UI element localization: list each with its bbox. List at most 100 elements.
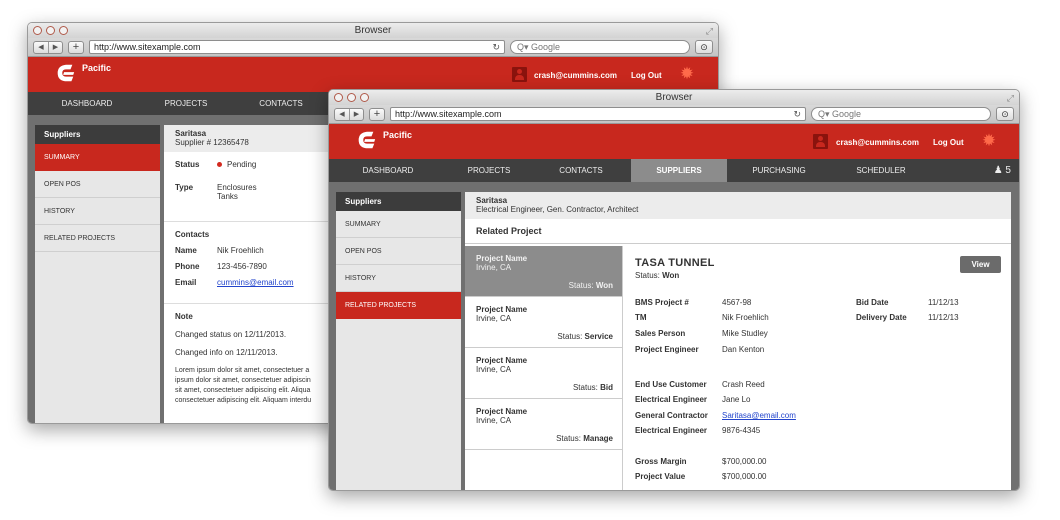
field-label: Sales Person: [635, 329, 686, 338]
user-email[interactable]: crash@cummins.com: [836, 138, 919, 147]
nav-tab-dashboard[interactable]: DASHBOARD: [329, 159, 447, 182]
users-count[interactable]: ♟ 5: [994, 159, 1019, 182]
related-project-heading: Related Project: [465, 219, 1011, 244]
field-value: $700,000.00: [722, 457, 767, 466]
detail-row: Project Engineer Dan Kenton: [635, 345, 855, 357]
supplier-number: Supplier # 12365478: [175, 138, 249, 147]
contact-email-label: Email: [175, 278, 197, 287]
project-status: Status: Manage: [556, 434, 613, 443]
window-controls: [33, 26, 68, 35]
minimize-icon[interactable]: [347, 93, 356, 102]
status-label: Status: [175, 160, 200, 169]
field-label: Electrical Engineer: [635, 395, 708, 404]
zoom-icon[interactable]: [59, 26, 68, 35]
project-status: Status: Bid: [572, 383, 613, 392]
forward-icon[interactable]: ▶: [48, 41, 62, 53]
fullscreen-icon[interactable]: ⤢: [706, 24, 713, 39]
sidebar-item-open-pos[interactable]: OPEN POS: [336, 238, 461, 265]
sidebar-item-related-projects[interactable]: RELATED PROJECTS: [35, 225, 160, 252]
date-value: 11/12/13: [928, 313, 959, 322]
url-text: http://www.sitexample.com: [94, 42, 201, 52]
add-bookmark-button[interactable]: +: [369, 107, 385, 121]
reload-icon[interactable]: ↻: [492, 41, 500, 53]
contractor-email-link[interactable]: Saritasa@email.com: [722, 411, 796, 420]
contact-phone-label: Phone: [175, 262, 200, 271]
logout-link[interactable]: Log Out: [631, 71, 662, 80]
field-label: Project Value: [635, 472, 686, 481]
close-icon[interactable]: [33, 26, 42, 35]
date-label: Delivery Date: [856, 313, 907, 322]
user-avatar-icon[interactable]: [512, 67, 527, 82]
project-name: Project Name: [476, 305, 528, 314]
logout-link[interactable]: Log Out: [933, 138, 964, 147]
nav-tab-dashboard[interactable]: DASHBOARD: [28, 92, 146, 115]
search-input[interactable]: Q▾ Google: [510, 40, 690, 54]
sidebar-item-related-projects[interactable]: RELATED PROJECTS: [336, 292, 461, 319]
url-text: http://www.sitexample.com: [395, 109, 502, 119]
back-icon[interactable]: ◀: [335, 109, 349, 120]
url-bar[interactable]: http://www.sitexample.com ↻: [390, 107, 806, 121]
nav-tab-projects[interactable]: PROJECTS: [447, 159, 531, 182]
title-bar: Browser ⤢: [329, 90, 1019, 105]
sidebar-item-history[interactable]: HISTORY: [336, 265, 461, 292]
field-value: Dan Kenton: [722, 345, 765, 354]
downloads-button[interactable]: ⊙: [996, 107, 1014, 121]
sidebar-item-history[interactable]: HISTORY: [35, 198, 160, 225]
date-label: Bid Date: [856, 298, 889, 307]
app-header: Pacific crash@cummins.com Log Out ✹: [329, 124, 1019, 159]
project-status: Status: Won: [568, 281, 613, 290]
status-dot-icon: [217, 162, 222, 168]
gear-icon[interactable]: ✹: [678, 65, 696, 83]
sidebar: Suppliers SUMMARY OPEN POS HISTORY RELAT…: [336, 192, 461, 490]
project-name: Project Name: [476, 254, 528, 263]
type-value: Enclosures: [217, 183, 257, 192]
user-avatar-icon[interactable]: [813, 134, 828, 149]
downloads-button[interactable]: ⊙: [695, 40, 713, 54]
nav-tab-contacts[interactable]: CONTACTS: [531, 159, 631, 182]
sidebar-heading: Suppliers: [35, 125, 160, 144]
fullscreen-icon[interactable]: ⤢: [1007, 91, 1014, 106]
view-button[interactable]: View: [960, 256, 1001, 273]
detail-row: General Contractor Saritasa@email.com: [635, 411, 855, 423]
browser-toolbar: ◀ ▶ + http://www.sitexample.com ↻ Q▾ Goo…: [329, 105, 1019, 124]
sidebar-item-summary[interactable]: SUMMARY: [336, 211, 461, 238]
forward-icon[interactable]: ▶: [349, 108, 363, 120]
nav-tab-suppliers[interactable]: SUPPLIERS: [631, 159, 727, 182]
search-input[interactable]: Q▾ Google: [811, 107, 991, 121]
window-title: Browser: [354, 25, 392, 36]
related-projects-panel: Saritasa Electrical Engineer, Gen. Contr…: [465, 192, 1011, 490]
company-logo[interactable]: [355, 129, 377, 151]
add-bookmark-button[interactable]: +: [68, 40, 84, 54]
nav-tab-purchasing[interactable]: PURCHASING: [727, 159, 831, 182]
back-icon[interactable]: ◀: [34, 42, 48, 53]
sidebar-item-open-pos[interactable]: OPEN POS: [35, 171, 160, 198]
user-email[interactable]: crash@cummins.com: [534, 71, 617, 80]
contact-email-link[interactable]: cummins@email.com: [217, 278, 294, 287]
minimize-icon[interactable]: [46, 26, 55, 35]
detail-date-row: Delivery Date 11/12/13: [856, 313, 986, 325]
project-list-item[interactable]: Project Name Irvine, CA Status: Won: [465, 246, 622, 297]
sidebar-item-summary[interactable]: SUMMARY: [35, 144, 160, 171]
type-value: Tanks: [217, 192, 238, 201]
project-status-line: Status: Won: [635, 271, 680, 280]
supplier-roles: Electrical Engineer, Gen. Contractor, Ar…: [476, 205, 639, 214]
project-list-item[interactable]: Project Name Irvine, CA Status: Service: [465, 297, 622, 348]
zoom-icon[interactable]: [360, 93, 369, 102]
browser-window-front: Browser ⤢ ◀ ▶ + http://www.sitexample.co…: [328, 89, 1020, 491]
nav-tab-scheduler[interactable]: SCHEDULER: [831, 159, 931, 182]
company-logo[interactable]: [54, 62, 76, 84]
gear-icon[interactable]: ✹: [980, 132, 998, 150]
field-value: $700,000.00: [722, 472, 767, 481]
reload-icon[interactable]: ↻: [793, 108, 801, 120]
nav-tab-projects[interactable]: PROJECTS: [146, 92, 226, 115]
project-list-item[interactable]: Project Name Irvine, CA Status: Bid: [465, 348, 622, 399]
project-list-item[interactable]: Project Name Irvine, CA Status: Manage: [465, 399, 622, 450]
close-icon[interactable]: [334, 93, 343, 102]
project-location: Irvine, CA: [476, 263, 512, 272]
supplier-header: Saritasa Electrical Engineer, Gen. Contr…: [465, 192, 1011, 219]
field-value: 4567-98: [722, 298, 752, 307]
nav-tab-contacts[interactable]: CONTACTS: [226, 92, 336, 115]
app-body: Suppliers SUMMARY OPEN POS HISTORY RELAT…: [329, 182, 1019, 490]
url-bar[interactable]: http://www.sitexample.com ↻: [89, 40, 505, 54]
project-location: Irvine, CA: [476, 416, 512, 425]
